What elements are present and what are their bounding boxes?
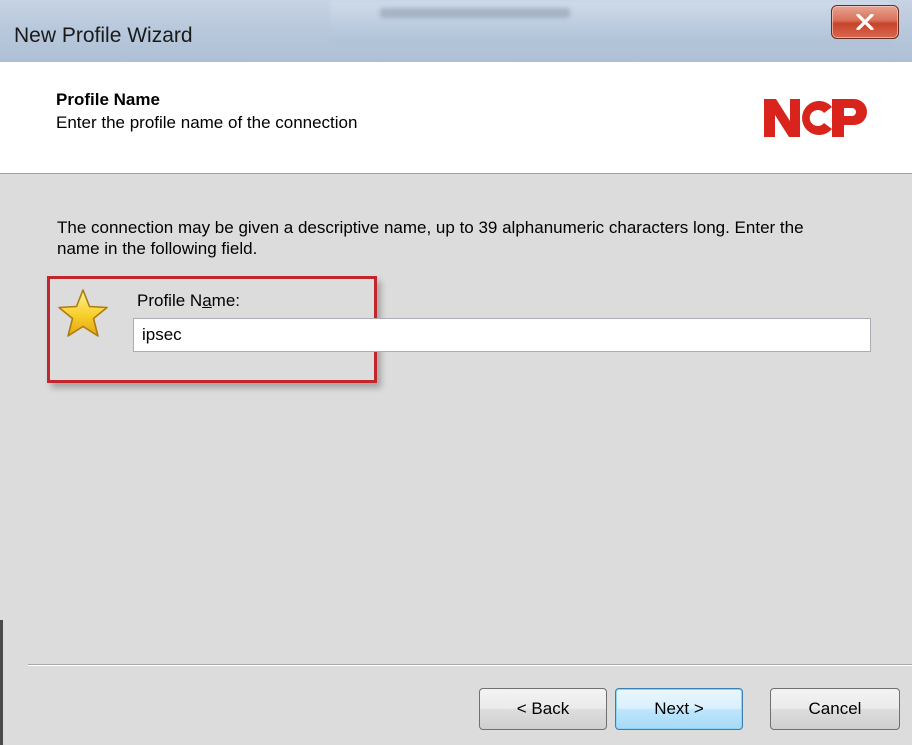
window-edge	[0, 620, 3, 745]
background-window-title-blur	[380, 8, 570, 18]
back-button[interactable]: < Back	[479, 688, 607, 730]
label-suffix: me:	[211, 291, 240, 310]
close-button[interactable]	[831, 5, 899, 39]
background-window-blur	[330, 0, 890, 44]
profile-name-input[interactable]	[133, 318, 871, 352]
label-prefix: Profile N	[137, 291, 203, 310]
footer-divider	[28, 664, 912, 666]
page-subtitle: Enter the profile name of the connection	[56, 113, 358, 132]
next-button[interactable]: Next >	[615, 688, 743, 730]
description-text: The connection may be given a descriptiv…	[57, 218, 804, 258]
wizard-window: New Profile Wizard Profile Name Enter th…	[0, 0, 912, 745]
cancel-button[interactable]: Cancel	[770, 688, 900, 730]
title-bar[interactable]: New Profile Wizard	[0, 0, 912, 62]
ncp-logo	[764, 99, 867, 137]
close-icon	[856, 14, 874, 30]
profile-name-label: Profile Name:	[137, 291, 240, 311]
window-title: New Profile Wizard	[14, 24, 193, 47]
page-title: Profile Name	[56, 90, 160, 109]
star-icon	[58, 289, 108, 337]
label-mnemonic: a	[202, 291, 212, 310]
